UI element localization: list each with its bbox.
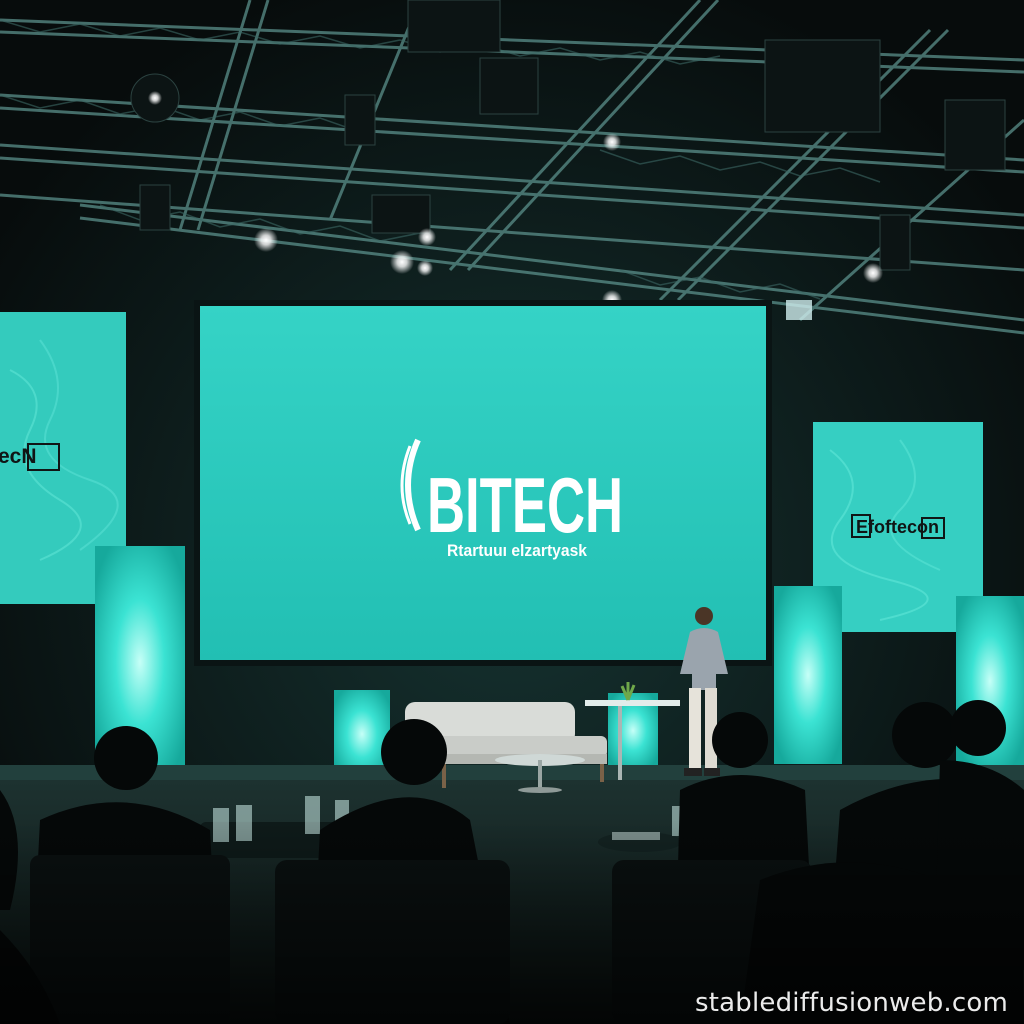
screen-tagline: Rtartuuı elzartyask bbox=[447, 541, 587, 560]
conference-stage-scene: ecN Efoftecon BITECH Rtartuuı elzartyask bbox=[0, 0, 1024, 1024]
right-banner-text: Efoftecon bbox=[856, 517, 939, 537]
left-banner-text: ecN bbox=[0, 445, 37, 468]
screen-logo-text: BITECH bbox=[427, 461, 623, 549]
watermark-text: stablediffusionweb.com bbox=[694, 988, 1008, 1018]
glow-pedestal-center bbox=[334, 690, 390, 778]
main-screen: BITECH Rtartuuı elzartyask bbox=[194, 300, 772, 666]
glow-pillar-right bbox=[774, 586, 842, 764]
